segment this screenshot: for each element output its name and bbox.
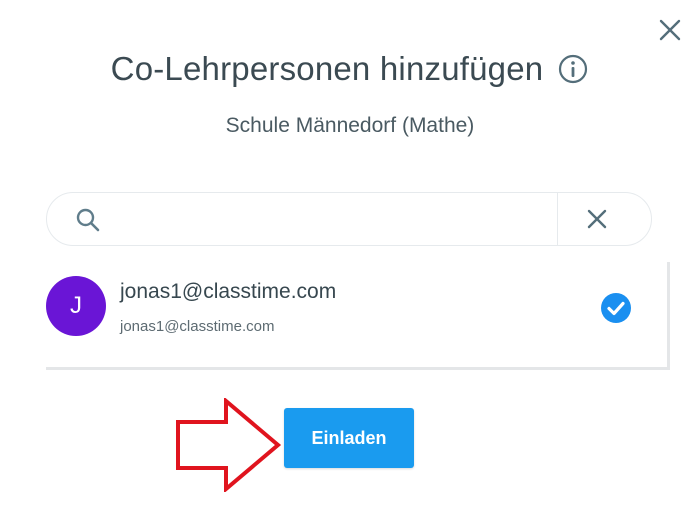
- results-list: J jonas1@classtime.com jonas1@classtime.…: [46, 262, 670, 370]
- close-icon[interactable]: [656, 16, 684, 44]
- arrow-annotation-icon: [176, 398, 282, 492]
- search-icon: [76, 208, 100, 232]
- search-bar: [46, 192, 652, 246]
- clear-icon[interactable]: [577, 205, 617, 235]
- search-divider: [557, 193, 558, 245]
- user-name: jonas1@classtime.com: [120, 280, 337, 303]
- invite-button[interactable]: Einladen: [284, 408, 414, 468]
- dialog-subtitle: Schule Männedorf (Mathe): [225, 114, 475, 137]
- check-circle-icon[interactable]: [600, 292, 632, 324]
- search-input[interactable]: [117, 201, 591, 239]
- avatar: J: [46, 276, 106, 336]
- dialog-title: Co-Lehrpersonen hinzufügen: [110, 50, 544, 87]
- dialog-header: Co-Lehrpersonen hinzufügen: [0, 50, 700, 88]
- user-email: jonas1@classtime.com: [120, 318, 275, 335]
- info-icon[interactable]: [557, 53, 589, 85]
